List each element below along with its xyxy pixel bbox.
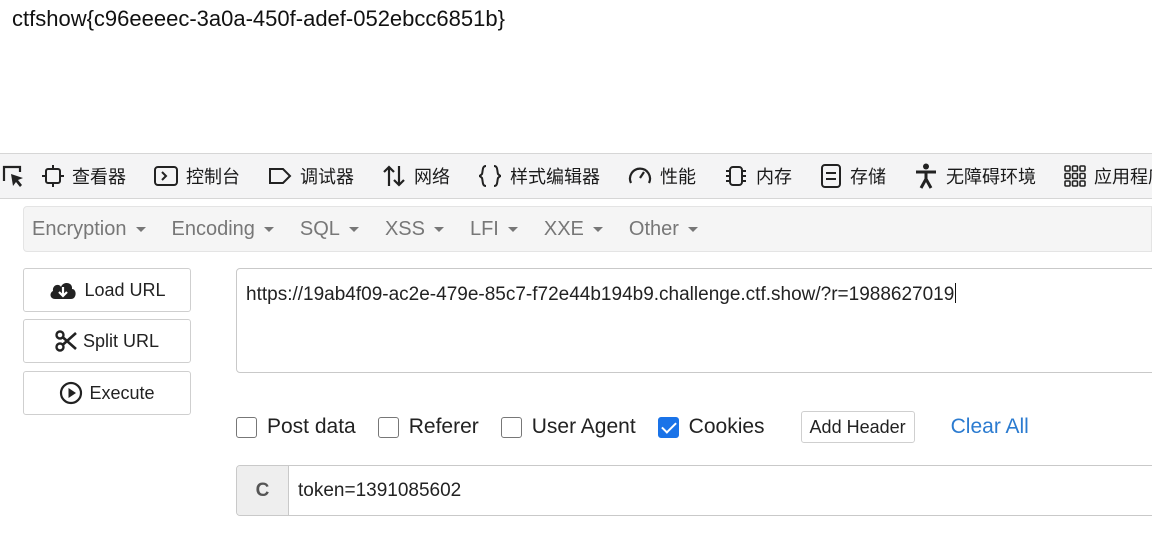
execute-button[interactable]: Execute: [23, 371, 191, 415]
menu-label: XXE: [543, 217, 584, 240]
cookie-input[interactable]: token=1391085602: [289, 466, 461, 515]
options-row: Post data Referer User Agent Cookies Add…: [236, 408, 1029, 446]
load-url-button[interactable]: Load URL: [23, 268, 191, 312]
menu-other[interactable]: Other: [629, 218, 698, 241]
clear-all-link[interactable]: Clear All: [951, 415, 1029, 439]
memory-icon: [726, 166, 746, 186]
post-data-checkbox[interactable]: [236, 416, 257, 438]
element-picker-button[interactable]: [0, 154, 26, 198]
console-icon: [154, 166, 178, 186]
menu-label: Encryption: [32, 217, 127, 240]
tab-console[interactable]: 控制台: [138, 154, 252, 198]
tab-label: 样式编辑器: [510, 167, 600, 188]
tab-label: 调试器: [300, 167, 354, 188]
tab-memory[interactable]: 内存: [708, 154, 804, 198]
tab-inspector[interactable]: 查看器: [26, 154, 138, 198]
menu-encryption[interactable]: Encryption: [32, 218, 146, 241]
tab-performance[interactable]: 性能: [612, 154, 708, 198]
url-textarea[interactable]: https://19ab4f09-ac2e-479e-85c7-f72e44b1…: [236, 268, 1152, 373]
tab-label: 性能: [660, 167, 696, 188]
storage-icon: [821, 164, 841, 188]
tab-label: 控制台: [186, 167, 240, 188]
cloud-download-icon: [51, 283, 77, 299]
performance-icon: [628, 167, 652, 184]
tab-network[interactable]: 网络: [366, 154, 462, 198]
tab-label: 内存: [756, 167, 792, 188]
tab-accessibility[interactable]: 无障碍环境: [898, 154, 1048, 198]
add-header-button[interactable]: Add Header: [800, 411, 915, 443]
user-agent-checkbox[interactable]: [500, 416, 522, 438]
caret-down-icon: [592, 226, 603, 232]
split-url-button[interactable]: Split URL: [23, 319, 191, 363]
menu-xxe[interactable]: XXE: [544, 218, 603, 241]
tab-label: 查看器: [72, 167, 126, 188]
cookie-input-group: C token=1391085602: [236, 465, 1152, 516]
scissors-icon: [55, 330, 77, 352]
tab-style-editor[interactable]: 样式编辑器: [462, 154, 612, 198]
button-label: Split URL: [82, 330, 160, 351]
caret-down-icon: [433, 226, 444, 232]
button-label: Execute: [89, 382, 155, 403]
application-icon: [1064, 165, 1086, 187]
network-icon: [383, 165, 405, 187]
caret-down-icon: [263, 226, 274, 232]
tab-application[interactable]: 应用程序: [1048, 154, 1152, 198]
caret-down-icon: [348, 226, 359, 232]
cookie-label: C: [237, 466, 289, 515]
tab-debugger[interactable]: 调试器: [252, 154, 366, 198]
menu-label: XSS: [384, 217, 425, 240]
text-cursor: [955, 283, 957, 303]
cookies-checkbox[interactable]: [657, 416, 679, 438]
menu-encoding[interactable]: Encoding: [172, 218, 274, 241]
element-picker-icon: [2, 165, 23, 187]
option-label: Post data: [267, 415, 356, 438]
tab-storage[interactable]: 存储: [804, 154, 898, 198]
play-circle-icon: [60, 381, 83, 405]
devtools-toolbar: 查看器 控制台 调试器 网络 样式编辑器 性能 内存 存储 无障碍环境 应用程: [0, 153, 1152, 199]
option-label: User Agent: [531, 415, 636, 438]
tab-label: 应用程序: [1094, 167, 1152, 188]
tab-label: 网络: [414, 167, 450, 188]
menu-label: Other: [628, 217, 679, 240]
button-label: Load URL: [84, 279, 166, 300]
accessibility-icon: [916, 163, 936, 189]
option-label: Referer: [408, 415, 479, 438]
menu-xss[interactable]: XSS: [385, 218, 444, 241]
menu-label: LFI: [469, 217, 499, 240]
menu-sql[interactable]: SQL: [300, 218, 359, 241]
flag-text: ctfshow{c96eeeec-3a0a-450f-adef-052ebcc6…: [12, 6, 505, 31]
caret-down-icon: [687, 226, 698, 232]
tab-label: 无障碍环境: [946, 167, 1036, 188]
menu-label: SQL: [299, 217, 340, 240]
referer-option[interactable]: Referer: [377, 415, 479, 439]
inspector-icon: [42, 165, 64, 187]
tab-label: 存储: [850, 167, 886, 188]
menu-lfi[interactable]: LFI: [470, 218, 518, 241]
debugger-icon: [269, 168, 292, 184]
menu-label: Encoding: [171, 217, 255, 240]
caret-down-icon: [507, 226, 518, 232]
post-data-option[interactable]: Post data: [236, 415, 356, 439]
url-value: https://19ab4f09-ac2e-479e-85c7-f72e44b1…: [246, 284, 955, 305]
referer-checkbox[interactable]: [377, 416, 399, 438]
caret-down-icon: [135, 226, 146, 232]
hackbar-menu: Encryption Encoding SQL XSS LFI XXE Othe…: [23, 206, 1152, 252]
option-label: Cookies: [688, 415, 765, 438]
cookies-option[interactable]: Cookies: [657, 415, 765, 439]
user-agent-option[interactable]: User Agent: [500, 415, 636, 439]
style-editor-icon: [478, 165, 502, 187]
